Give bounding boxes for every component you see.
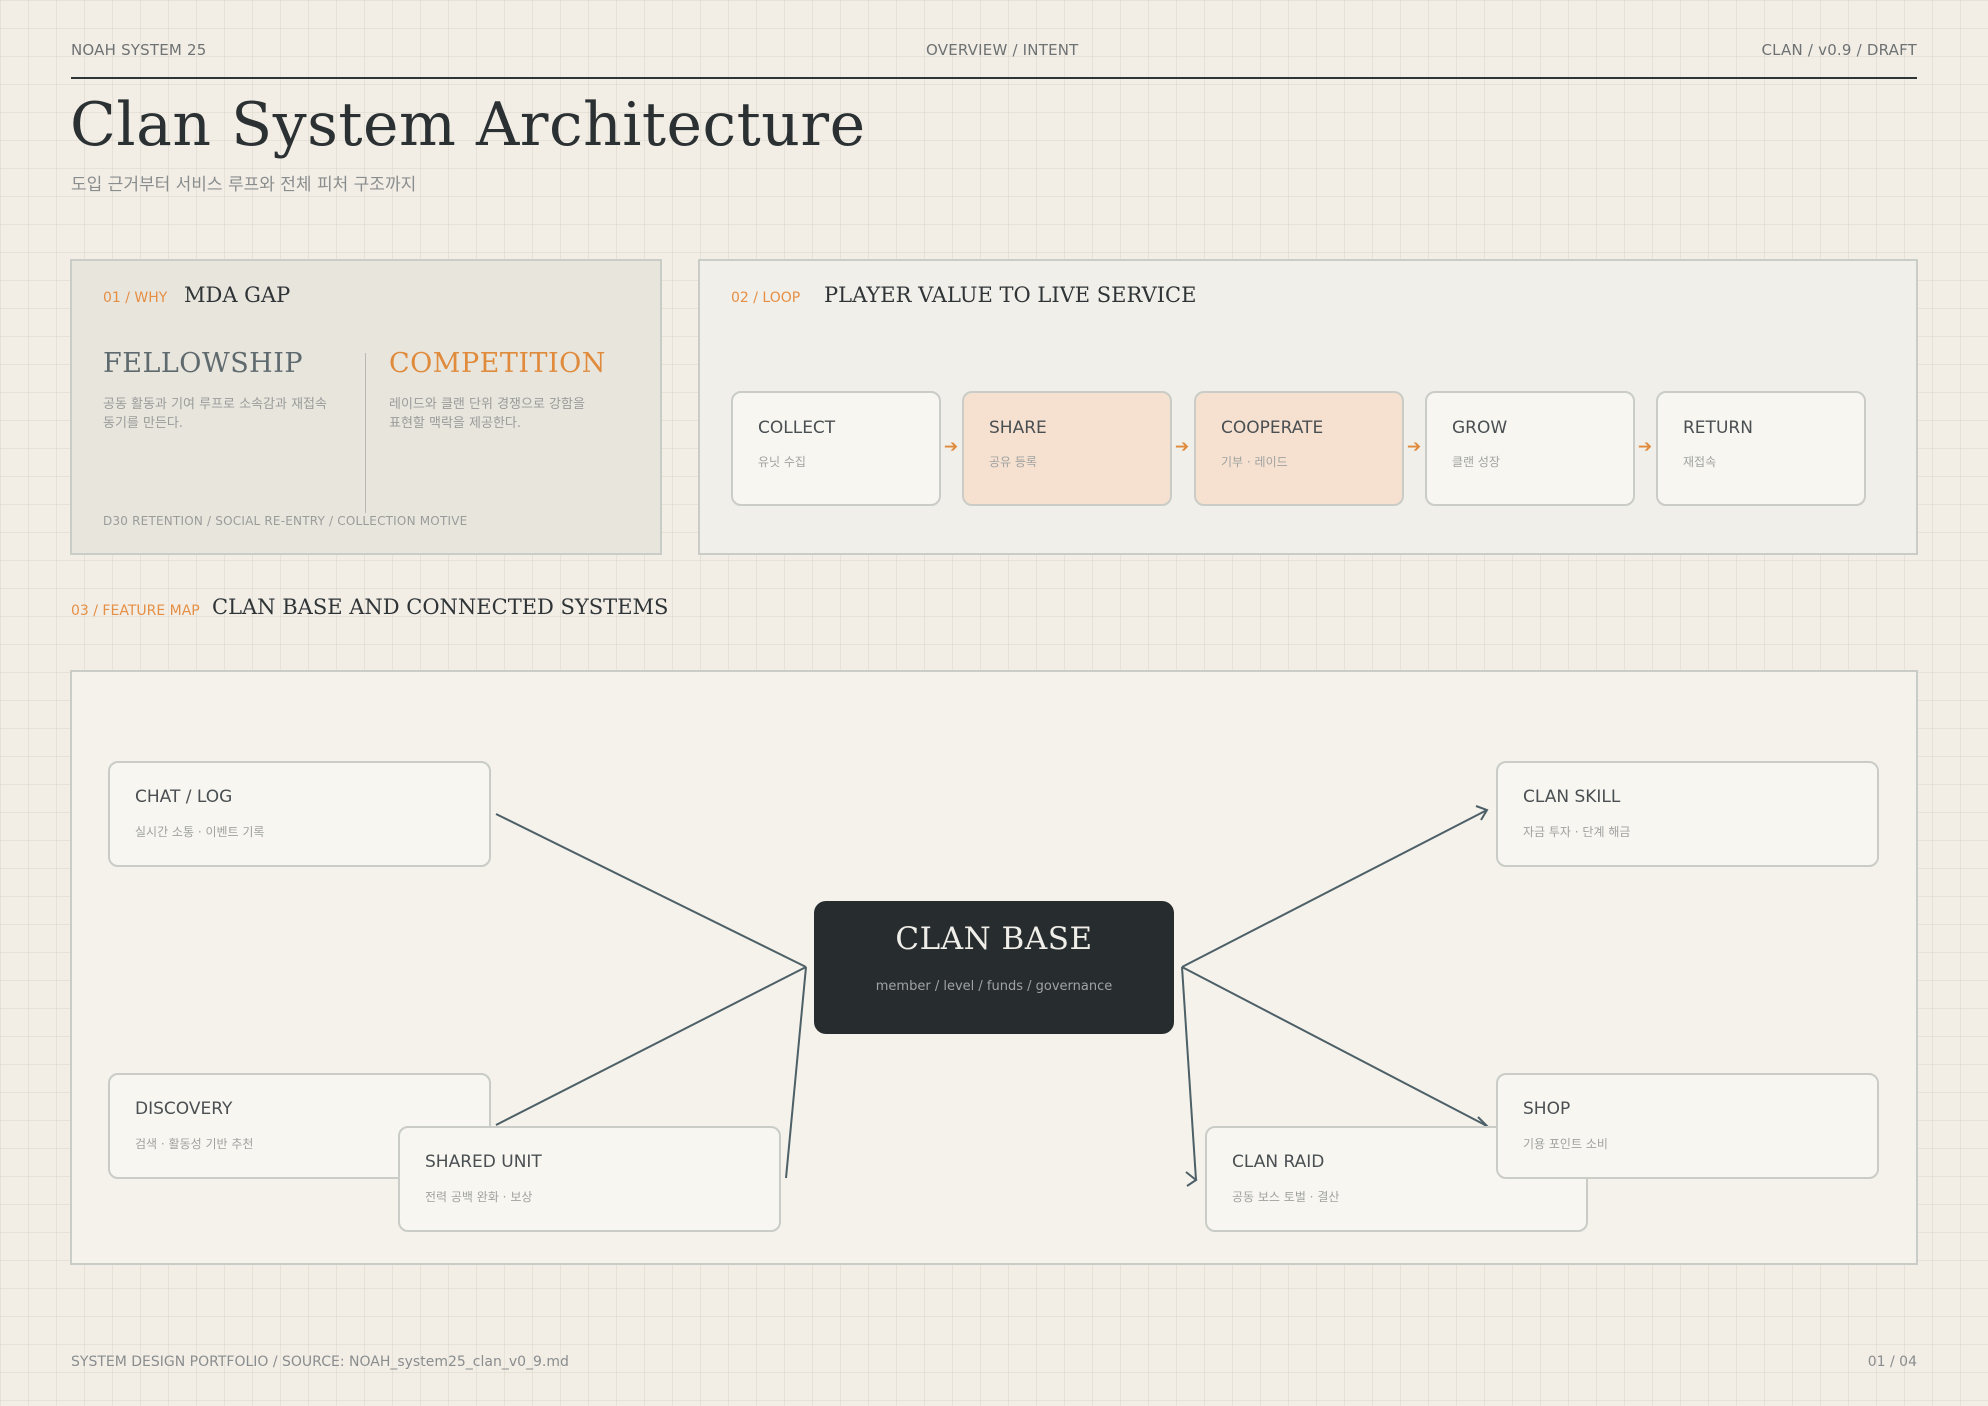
node-sub: 검색 · 활동성 기반 추천 [135, 1137, 254, 1151]
node-name: CHAT / LOG [135, 787, 233, 807]
connector-clan-raid [1181, 966, 1197, 1181]
node-shop: SHOP 기용 포인트 소비 [1496, 1073, 1879, 1179]
connector-shop [1181, 966, 1488, 1127]
node-chat-log: CHAT / LOG 실시간 소통 · 이벤트 기록 [108, 761, 491, 867]
node-sub: 공동 보스 토벌 · 결산 [1232, 1190, 1340, 1204]
clan-base-sub: member / level / funds / governance [875, 979, 1113, 994]
node-name: SHARED UNIT [425, 1152, 542, 1172]
feature-map-connectors [495, 805, 1489, 1187]
page-number: 01 / 04 [1867, 1354, 1917, 1370]
connector-shared-unit-top [495, 966, 807, 1126]
node-sub: 기용 포인트 소비 [1523, 1137, 1608, 1151]
node-shared-unit: SHARED UNIT 전력 공백 완화 · 보상 [398, 1126, 781, 1232]
node-name: CLAN SKILL [1523, 787, 1621, 807]
node-sub: 전력 공백 완화 · 보상 [425, 1190, 533, 1204]
clan-base-node: CLAN BASE member / level / funds / gover… [814, 901, 1174, 1034]
node-name: SHOP [1523, 1099, 1571, 1119]
arrowhead-clan-raid [1185, 1171, 1198, 1187]
node-name: DISCOVERY [135, 1099, 233, 1119]
clan-base-title: CLAN BASE [895, 921, 1093, 957]
connector-chat [495, 813, 807, 968]
node-name: CLAN RAID [1232, 1152, 1325, 1172]
node-sub: 자금 투자 · 단계 해금 [1523, 825, 1631, 839]
node-clan-skill: CLAN SKILL 자금 투자 · 단계 해금 [1496, 761, 1879, 867]
connector-shared-unit [785, 966, 807, 1179]
node-sub: 실시간 소통 · 이벤트 기록 [135, 825, 265, 839]
footer-source: SYSTEM DESIGN PORTFOLIO / SOURCE: NOAH_s… [71, 1354, 569, 1370]
connector-clan-skill [1181, 809, 1488, 968]
